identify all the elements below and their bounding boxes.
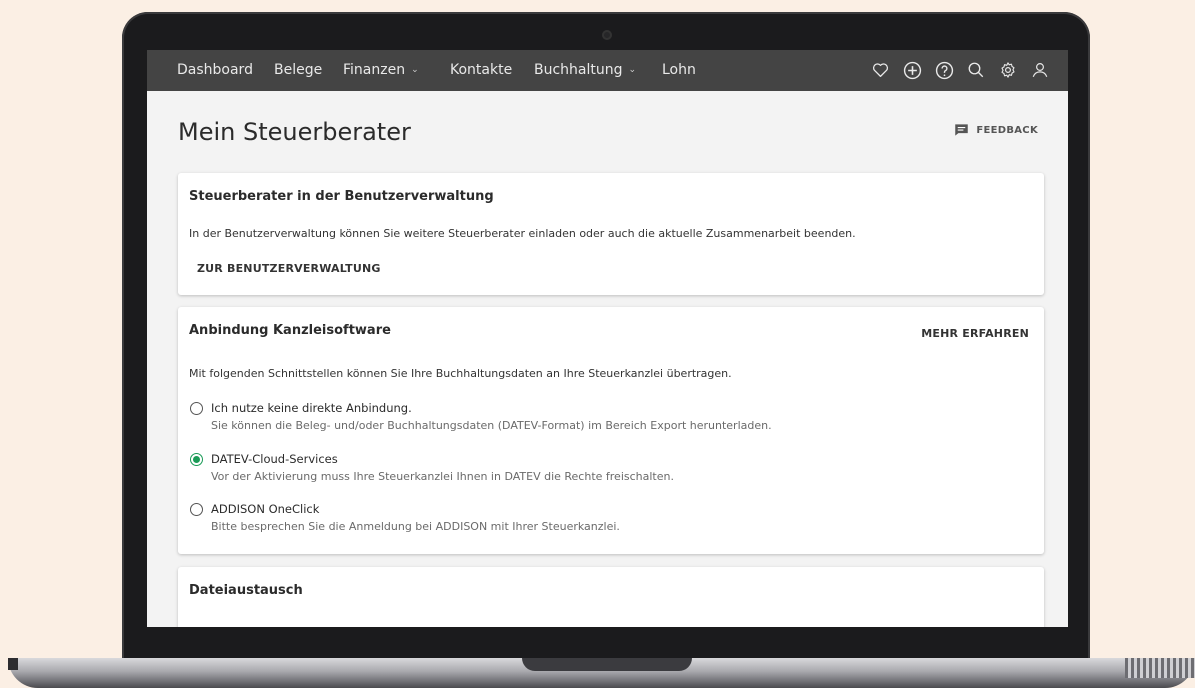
option-description: Sie können die Beleg- und/oder Buchhaltu… [211,419,772,432]
radio-button[interactable] [190,503,203,516]
mehr-erfahren-link[interactable]: MEHR ERFAHREN [921,327,1029,340]
radio-option-datev[interactable]: DATEV-Cloud-Services Vor der Aktivierung… [190,452,674,484]
nav-buchhaltung-label: Buchhaltung [534,62,623,78]
card-intro: Mit folgenden Schnittstellen können Sie … [189,367,732,380]
zur-benutzerverwaltung-button[interactable]: ZUR BENUTZERVERWALTUNG [197,262,381,275]
radio-option-keine[interactable]: Ich nutze keine direkte Anbindung. Sie k… [190,401,772,433]
laptop-notch [522,658,692,671]
nav-belege[interactable]: Belege [274,62,322,78]
nav-lohn-label: Lohn [662,62,696,78]
option-label: Ich nutze keine direkte Anbindung. [211,401,412,415]
nav-belege-label: Belege [274,62,323,78]
laptop-base-vent [1125,658,1195,678]
user-icon[interactable] [1030,60,1050,80]
radio-button[interactable] [190,402,203,415]
nav-kontakte-label: Kontakte [450,62,513,78]
option-label: ADDISON OneClick [211,502,320,516]
camera-icon [602,30,612,40]
card-title: Dateiaustausch [189,583,303,598]
radio-option-addison[interactable]: ADDISON OneClick Bitte besprechen Sie di… [190,502,620,534]
nav-finanzen[interactable]: Finanzen ⌄ [343,62,419,78]
feedback-label: FEEDBACK [976,124,1038,136]
card-text: In der Benutzerverwaltung können Sie wei… [189,227,856,240]
nav-finanzen-label: Finanzen [343,62,406,78]
top-navbar: Dashboard Belege Finanzen ⌄ Kontakte Buc… [147,50,1068,91]
feedback-icon [955,124,969,136]
option-label: DATEV-Cloud-Services [211,452,338,466]
gear-icon[interactable] [998,60,1018,80]
chevron-down-icon: ⌄ [628,65,637,75]
card-kanzleisoftware: Anbindung Kanzleisoftware MEHR ERFAHREN … [178,307,1044,554]
card-benutzerverwaltung: Steuerberater in der Benutzerverwaltung … [178,173,1044,295]
page-title: Mein Steuerberater [178,118,411,146]
nav-kontakte[interactable]: Kontakte [450,62,512,78]
search-icon[interactable] [966,60,986,80]
plus-circle-icon[interactable] [902,60,922,80]
card-title: Steuerberater in der Benutzerverwaltung [189,189,494,204]
card-dateiaustausch: Dateiaustausch [178,567,1044,627]
feedback-button[interactable]: FEEDBACK [954,123,1038,137]
nav-icon-group [870,60,1050,80]
help-icon[interactable] [934,60,954,80]
nav-dashboard[interactable]: Dashboard [177,62,253,78]
option-description: Vor der Aktivierung muss Ihre Steuerkanz… [211,470,674,483]
laptop-base-edge [8,658,18,670]
nav-dashboard-label: Dashboard [177,62,253,78]
card-title: Anbindung Kanzleisoftware [189,323,391,338]
chevron-down-icon: ⌄ [411,65,419,75]
radio-button-checked[interactable] [190,453,203,466]
heart-icon[interactable] [870,60,890,80]
option-description: Bitte besprechen Sie die Anmeldung bei A… [211,520,620,533]
screen: Dashboard Belege Finanzen ⌄ Kontakte Buc… [147,50,1068,627]
nav-buchhaltung[interactable]: Buchhaltung ⌄ [534,62,636,78]
nav-lohn[interactable]: Lohn [662,62,696,78]
